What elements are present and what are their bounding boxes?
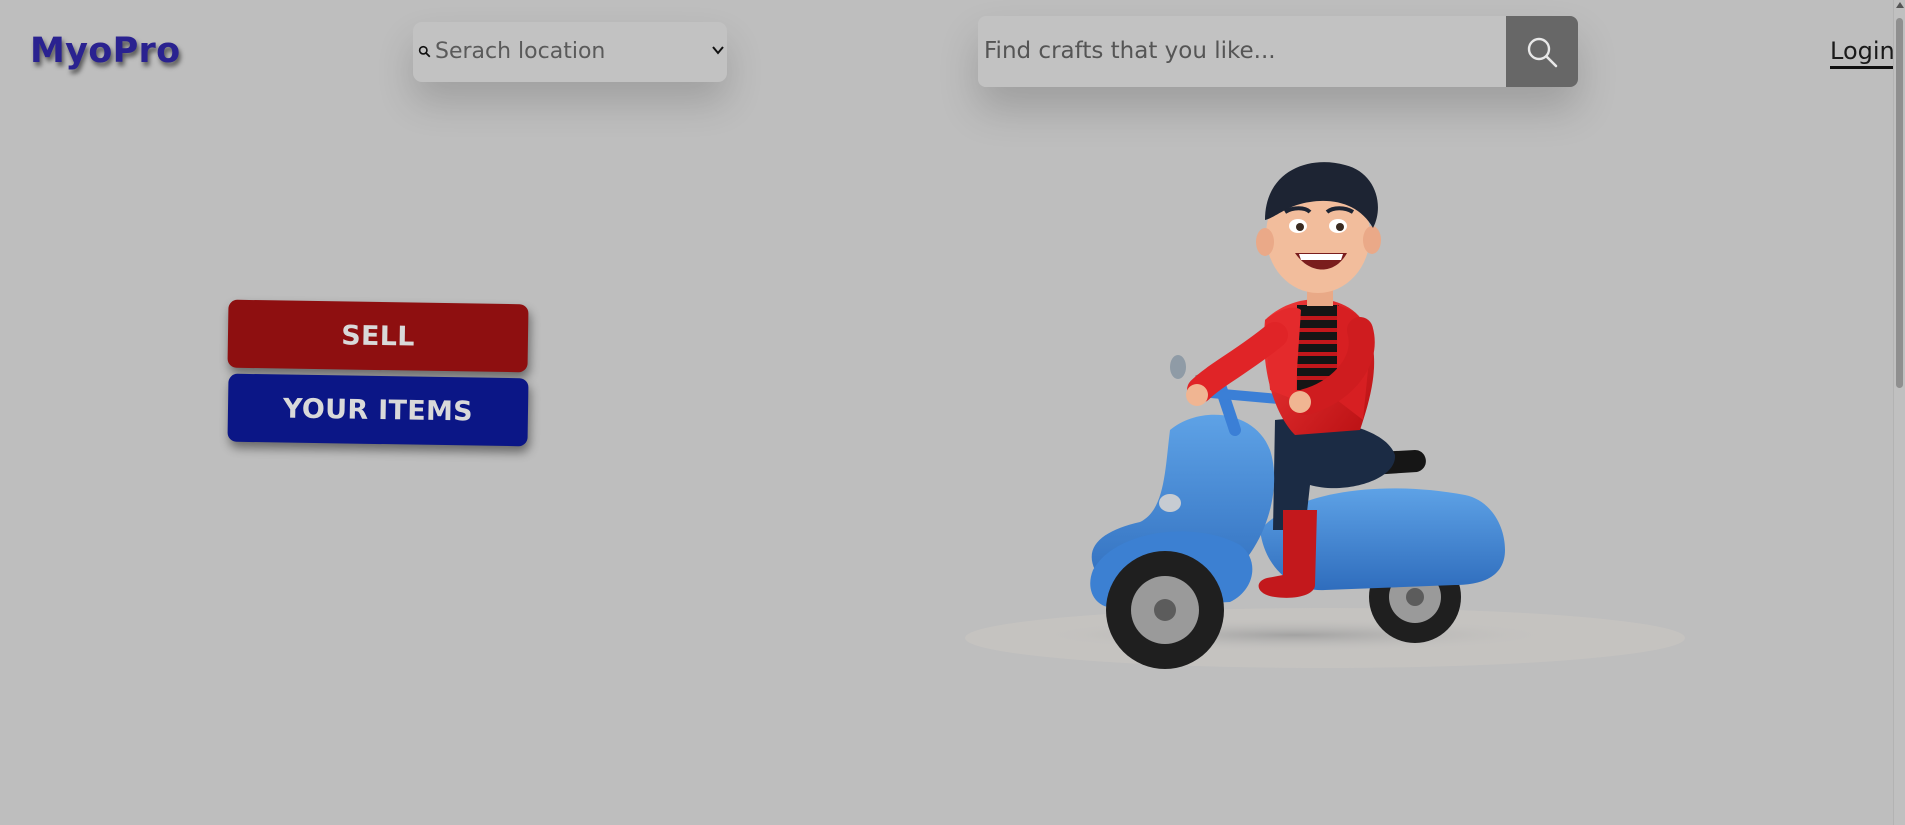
logo[interactable]: MyoPro — [30, 31, 180, 71]
search-icon — [1527, 37, 1558, 67]
hero-illustration — [965, 162, 1685, 669]
location-select[interactable]: Serach location — [413, 22, 727, 82]
sell-button[interactable]: SELL — [227, 299, 529, 373]
chevron-down-icon — [712, 46, 724, 55]
location-placeholder: Serach location — [435, 39, 606, 64]
login-link[interactable]: Login — [1830, 37, 1895, 69]
your-items-button[interactable]: YOUR ITEMS — [227, 373, 529, 447]
search-button[interactable] — [1506, 16, 1578, 87]
craft-search-input[interactable]: Find crafts that you like... — [978, 16, 1506, 87]
search-icon — [418, 45, 431, 58]
scroll-up-icon[interactable] — [1896, 2, 1904, 8]
scrollbar-thumb[interactable] — [1896, 18, 1903, 388]
vertical-scrollbar[interactable] — [1893, 0, 1905, 825]
craft-search: Find crafts that you like... — [978, 16, 1578, 87]
